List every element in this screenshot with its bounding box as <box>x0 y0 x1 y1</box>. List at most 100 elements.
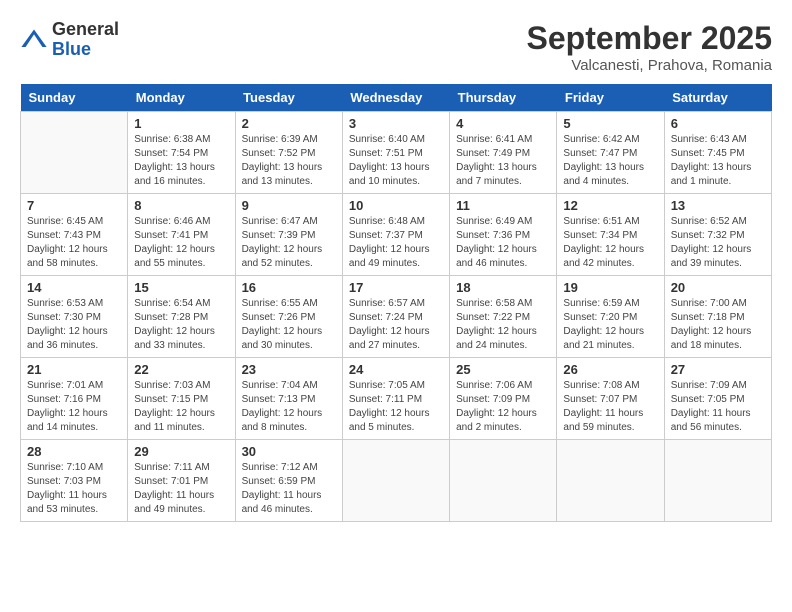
calendar-cell <box>21 112 128 194</box>
calendar-header-row: SundayMondayTuesdayWednesdayThursdayFrid… <box>21 84 772 112</box>
calendar-cell: 11Sunrise: 6:49 AM Sunset: 7:36 PM Dayli… <box>450 194 557 276</box>
day-info: Sunrise: 6:42 AM Sunset: 7:47 PM Dayligh… <box>563 133 657 189</box>
col-header-tuesday: Tuesday <box>235 84 342 112</box>
calendar-cell <box>664 440 771 522</box>
logo-icon <box>20 26 48 54</box>
calendar-cell: 19 Sunrise: 6:59 AM Sunset: 7:20 PM Dayli… <box>557 276 664 358</box>
day-info: Sunrise: 6:54 AM Sunset: 7:28 PM Dayligh… <box>134 297 228 353</box>
day-info: Sunrise: 6:59 AM Sunset: 7:20 PM Dayligh… <box>563 297 657 353</box>
day-info: Sunrise: 7:05 AM Sunset: 7:11 PM Dayligh… <box>349 379 443 435</box>
day-number: 14 <box>27 280 121 295</box>
calendar-cell: 16Sunrise: 6:55 AM Sunset: 7:26 PM Dayli… <box>235 276 342 358</box>
day-number: 10 <box>349 198 443 213</box>
logo-general: General <box>52 20 119 40</box>
day-number: 21 <box>27 362 121 377</box>
day-number: 23 <box>242 362 336 377</box>
day-info: Sunrise: 6:48 AM Sunset: 7:37 PM Dayligh… <box>349 215 443 271</box>
calendar-cell: 29 Sunrise: 7:11 AM Sunset: 7:01 PM Dayli… <box>128 440 235 522</box>
day-info: Sunrise: 6:39 AM Sunset: 7:52 PM Dayligh… <box>242 133 336 189</box>
day-number: 8 <box>134 198 228 213</box>
logo-blue: Blue <box>52 40 119 60</box>
calendar-cell: 27Sunrise: 7:09 AM Sunset: 7:05 PM Dayli… <box>664 358 771 440</box>
calendar-cell: 24Sunrise: 7:05 AM Sunset: 7:11 PM Dayli… <box>342 358 449 440</box>
day-info: Sunrise: 6:52 AM Sunset: 7:32 PM Dayligh… <box>671 215 765 271</box>
calendar-cell: 10 Sunrise: 6:48 AM Sunset: 7:37 PM Dayli… <box>342 194 449 276</box>
calendar-cell: 13 Sunrise: 6:52 AM Sunset: 7:32 PM Dayli… <box>664 194 771 276</box>
calendar-cell: 7 Sunrise: 6:45 AM Sunset: 7:43 PM Daylig… <box>21 194 128 276</box>
day-info: Sunrise: 6:49 AM Sunset: 7:36 PM Dayligh… <box>456 215 550 271</box>
calendar-cell: 8 Sunrise: 6:46 AM Sunset: 7:41 PM Daylig… <box>128 194 235 276</box>
day-number: 12 <box>563 198 657 213</box>
day-info: Sunrise: 7:04 AM Sunset: 7:13 PM Dayligh… <box>242 379 336 435</box>
calendar-cell: 28 Sunrise: 7:10 AM Sunset: 7:03 PM Dayli… <box>21 440 128 522</box>
week-row-2: 7 Sunrise: 6:45 AM Sunset: 7:43 PM Daylig… <box>21 194 772 276</box>
day-info: Sunrise: 7:06 AM Sunset: 7:09 PM Dayligh… <box>456 379 550 435</box>
col-header-monday: Monday <box>128 84 235 112</box>
week-row-1: 1 Sunrise: 6:38 AM Sunset: 7:54 PM Daylig… <box>21 112 772 194</box>
day-number: 3 <box>349 116 443 131</box>
day-number: 28 <box>27 444 121 459</box>
day-info: Sunrise: 6:46 AM Sunset: 7:41 PM Dayligh… <box>134 215 228 271</box>
day-info: Sunrise: 6:47 AM Sunset: 7:39 PM Dayligh… <box>242 215 336 271</box>
day-info: Sunrise: 6:38 AM Sunset: 7:54 PM Dayligh… <box>134 133 228 189</box>
calendar-cell: 1 Sunrise: 6:38 AM Sunset: 7:54 PM Daylig… <box>128 112 235 194</box>
day-info: Sunrise: 6:41 AM Sunset: 7:49 PM Dayligh… <box>456 133 550 189</box>
calendar-cell: 2 Sunrise: 6:39 AM Sunset: 7:52 PM Daylig… <box>235 112 342 194</box>
calendar-cell: 3Sunrise: 6:40 AM Sunset: 7:51 PM Daylig… <box>342 112 449 194</box>
day-number: 7 <box>27 198 121 213</box>
title-block: September 2025 Valcanesti, Prahova, Roma… <box>527 20 772 74</box>
calendar-cell: 20Sunrise: 7:00 AM Sunset: 7:18 PM Dayli… <box>664 276 771 358</box>
day-number: 20 <box>671 280 765 295</box>
day-info: Sunrise: 7:01 AM Sunset: 7:16 PM Dayligh… <box>27 379 121 435</box>
month-title: September 2025 <box>527 20 772 57</box>
col-header-sunday: Sunday <box>21 84 128 112</box>
day-info: Sunrise: 7:08 AM Sunset: 7:07 PM Dayligh… <box>563 379 657 435</box>
calendar-cell: 9Sunrise: 6:47 AM Sunset: 7:39 PM Daylig… <box>235 194 342 276</box>
calendar-cell: 23 Sunrise: 7:04 AM Sunset: 7:13 PM Dayli… <box>235 358 342 440</box>
calendar-cell: 14 Sunrise: 6:53 AM Sunset: 7:30 PM Dayli… <box>21 276 128 358</box>
week-row-3: 14 Sunrise: 6:53 AM Sunset: 7:30 PM Dayli… <box>21 276 772 358</box>
calendar-cell: 6Sunrise: 6:43 AM Sunset: 7:45 PM Daylig… <box>664 112 771 194</box>
col-header-friday: Friday <box>557 84 664 112</box>
day-number: 22 <box>134 362 228 377</box>
day-number: 29 <box>134 444 228 459</box>
calendar-cell: 21 Sunrise: 7:01 AM Sunset: 7:16 PM Dayli… <box>21 358 128 440</box>
week-row-5: 28 Sunrise: 7:10 AM Sunset: 7:03 PM Dayli… <box>21 440 772 522</box>
day-number: 26 <box>563 362 657 377</box>
day-info: Sunrise: 7:11 AM Sunset: 7:01 PM Dayligh… <box>134 461 228 517</box>
day-number: 13 <box>671 198 765 213</box>
day-number: 19 <box>563 280 657 295</box>
day-number: 4 <box>456 116 550 131</box>
calendar-cell: 30Sunrise: 7:12 AM Sunset: 6:59 PM Dayli… <box>235 440 342 522</box>
calendar-cell: 18 Sunrise: 6:58 AM Sunset: 7:22 PM Dayli… <box>450 276 557 358</box>
day-number: 17 <box>349 280 443 295</box>
col-header-saturday: Saturday <box>664 84 771 112</box>
calendar-cell <box>342 440 449 522</box>
day-info: Sunrise: 6:45 AM Sunset: 7:43 PM Dayligh… <box>27 215 121 271</box>
calendar-cell: 17 Sunrise: 6:57 AM Sunset: 7:24 PM Dayli… <box>342 276 449 358</box>
calendar-cell <box>557 440 664 522</box>
logo-text: General Blue <box>52 20 119 60</box>
calendar-cell: 15 Sunrise: 6:54 AM Sunset: 7:28 PM Dayli… <box>128 276 235 358</box>
calendar-cell <box>450 440 557 522</box>
location-title: Valcanesti, Prahova, Romania <box>527 57 772 74</box>
day-number: 27 <box>671 362 765 377</box>
day-number: 15 <box>134 280 228 295</box>
calendar-cell: 26 Sunrise: 7:08 AM Sunset: 7:07 PM Dayli… <box>557 358 664 440</box>
calendar-cell: 22Sunrise: 7:03 AM Sunset: 7:15 PM Dayli… <box>128 358 235 440</box>
day-info: Sunrise: 6:57 AM Sunset: 7:24 PM Dayligh… <box>349 297 443 353</box>
day-info: Sunrise: 7:10 AM Sunset: 7:03 PM Dayligh… <box>27 461 121 517</box>
calendar-cell: 5 Sunrise: 6:42 AM Sunset: 7:47 PM Daylig… <box>557 112 664 194</box>
col-header-wednesday: Wednesday <box>342 84 449 112</box>
day-number: 5 <box>563 116 657 131</box>
day-number: 2 <box>242 116 336 131</box>
day-info: Sunrise: 6:58 AM Sunset: 7:22 PM Dayligh… <box>456 297 550 353</box>
day-number: 1 <box>134 116 228 131</box>
day-info: Sunrise: 6:53 AM Sunset: 7:30 PM Dayligh… <box>27 297 121 353</box>
logo: General Blue <box>20 20 119 60</box>
day-info: Sunrise: 6:43 AM Sunset: 7:45 PM Dayligh… <box>671 133 765 189</box>
day-number: 18 <box>456 280 550 295</box>
calendar-cell: 4 Sunrise: 6:41 AM Sunset: 7:49 PM Daylig… <box>450 112 557 194</box>
day-number: 30 <box>242 444 336 459</box>
col-header-thursday: Thursday <box>450 84 557 112</box>
